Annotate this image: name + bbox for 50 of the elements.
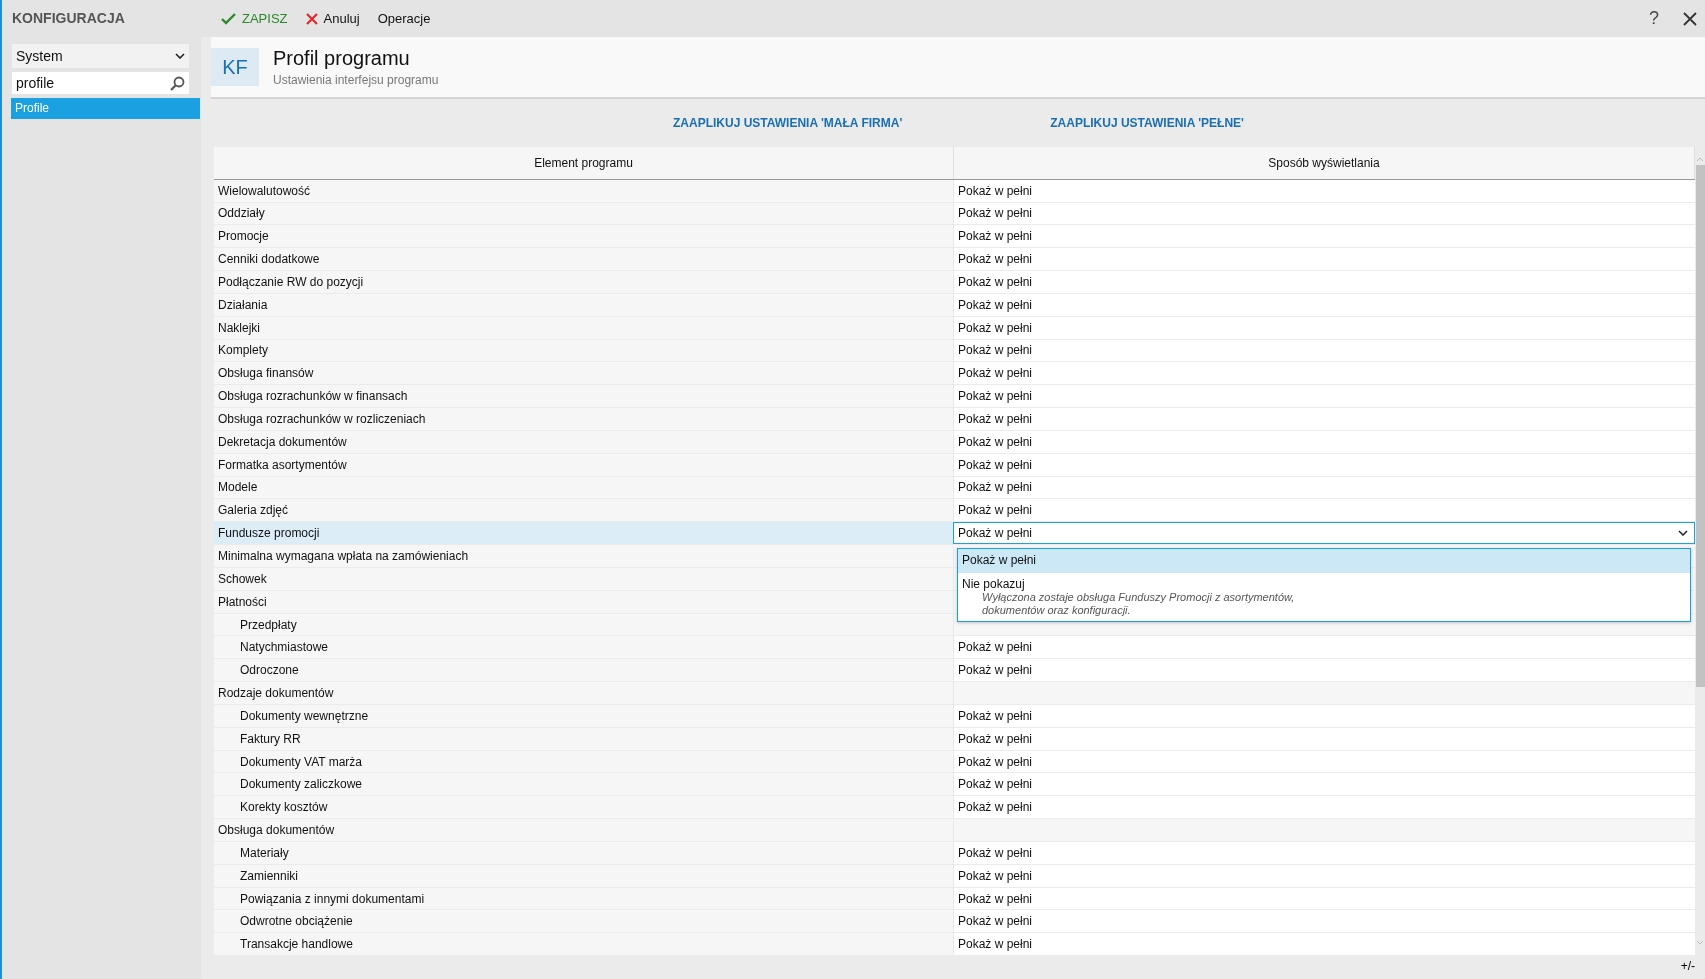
chevron-icon [175,53,185,59]
value-cell: Pokaż w pełni [953,202,1695,225]
value-cell: Pokaż w pełni [953,796,1695,819]
dropdown-option[interactable]: Pokaż w pełni [958,549,1690,574]
close-icon[interactable] [1683,11,1697,26]
value-cell: Pokaż w pełni [953,750,1695,773]
value-cell: Pokaż w pełni [953,704,1695,727]
value-cell: Pokaż w pełni [953,910,1695,933]
toggle-button[interactable]: +/- [1674,958,1701,974]
close-icon [305,12,318,25]
value-cell: Pokaż w pełni [953,499,1695,522]
value-cell: Pokaż w pełni [953,362,1695,385]
value-cell: Pokaż w pełni [953,933,1695,956]
page-subtitle: Ustawienia interfejsu programu [273,73,439,87]
chevron-icon [1678,530,1688,537]
value-cell: Pokaż w pełni [953,841,1695,864]
element-cell[interactable]: Fundusze promocji [214,522,953,545]
value-cell: Pokaż w pełni [953,316,1695,339]
value-cell: Pokaż w pełni [953,248,1695,271]
column-header: Sposób wyświetlania [954,147,1695,179]
column-header: Element programu [214,147,954,179]
value-cell: Pokaż w pełni [953,727,1695,750]
value-cell: Pokaż w pełni [953,179,1695,202]
value-cell: Pokaż w pełni [953,225,1695,248]
apply-link[interactable]: ZAAPLIKUJ USTAWIENIA 'PEŁNE' [1044,115,1250,131]
value-cell: Pokaż w pełni [953,271,1695,293]
search-icon [170,75,185,91]
option-description: Wyłączona zostaje obsługa Funduszy Promocji z asortymentów, dokumentów oraz konfiguracji. [981,591,1296,618]
value-cell: Pokaż w pełni [953,408,1695,430]
value-cell: Pokaż w pełni [953,659,1695,682]
value-cell: Pokaż w pełni [953,476,1695,499]
module-badge: KF [211,48,259,86]
value-cell: Pokaż w pełni [953,430,1695,453]
apply-link[interactable]: ZAAPLIKUJ USTAWIENIA 'MAŁA FIRMA' [667,115,909,131]
check-icon [221,12,236,25]
operations-menu[interactable]: Operacje [373,11,435,26]
help-button[interactable]: ? [1643,7,1665,30]
value-cell: Pokaż w pełni [953,293,1695,316]
value-cell: Pokaż w pełni [953,773,1695,796]
cancel-button[interactable]: Anuluj [301,11,364,26]
page-title: Profil programu [273,47,411,70]
sidebar-title: KONFIGURACJA [12,10,126,28]
category-dropdown[interactable]: System [12,44,189,68]
value-cell: Pokaż w pełni [953,864,1695,887]
search-field[interactable]: profile [12,72,189,94]
value-cell: Pokaż w pełni [953,453,1695,476]
value-cell: Pokaż w pełni [953,636,1695,659]
value-cell: Pokaż w pełni [953,339,1695,362]
value-cell: Pokaż w pełni [953,385,1695,408]
value-cell: Pokaż w pełni [953,887,1695,910]
